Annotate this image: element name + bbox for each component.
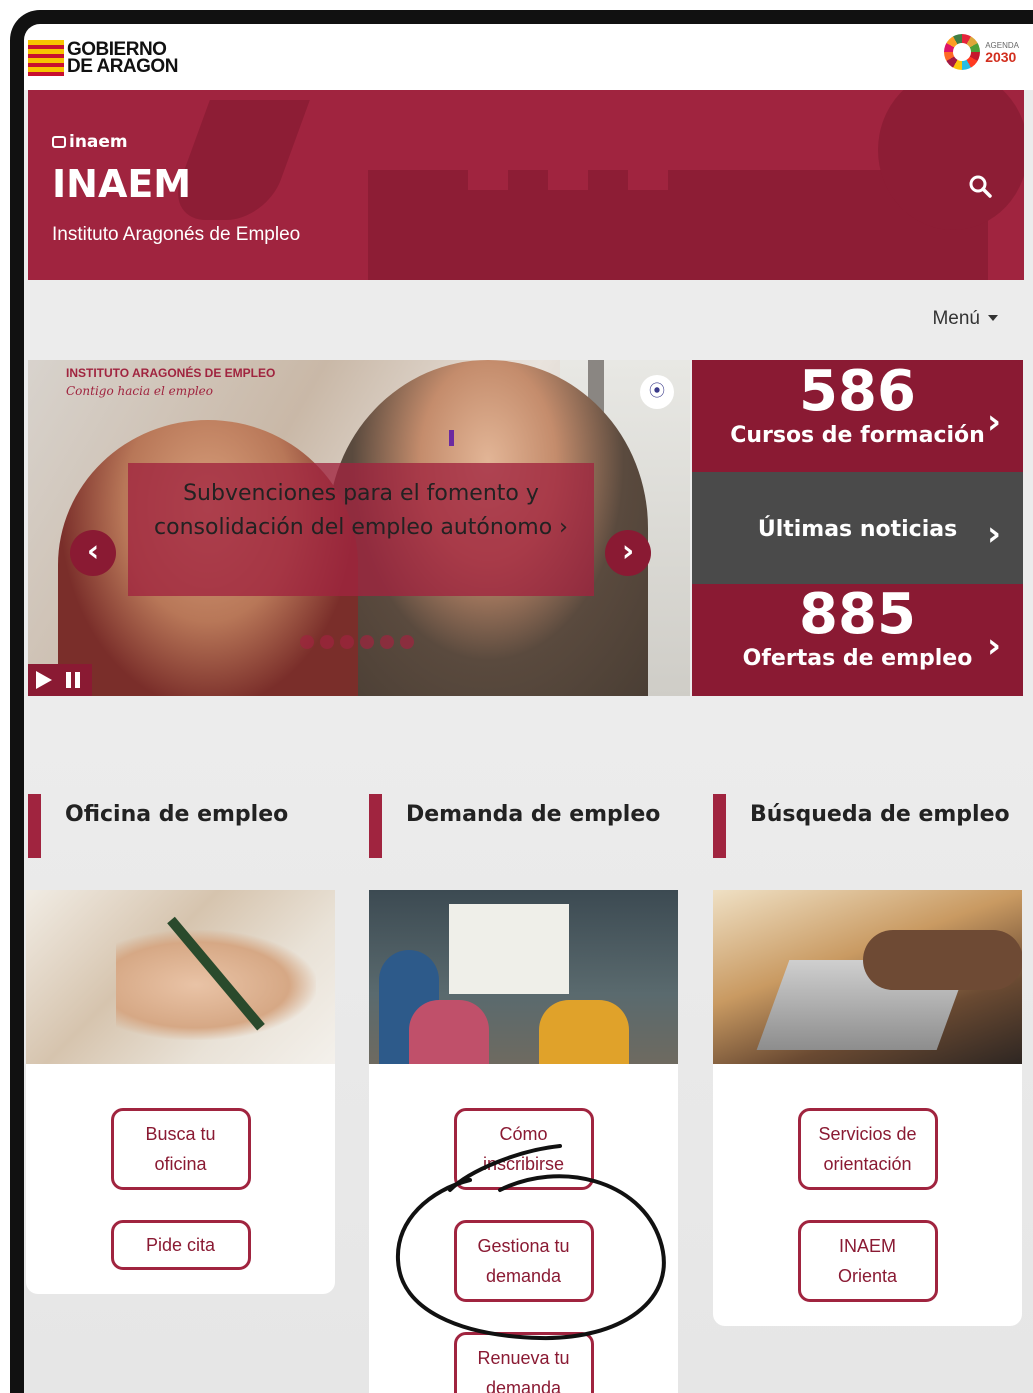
image-carousel[interactable]: INSTITUTO ARAGONÉS DE EMPLEO Contigo hac… bbox=[28, 360, 690, 696]
laptop-typing-photo bbox=[713, 890, 1022, 1064]
hero-banner: inaem INAEM Instituto Aragonés de Empleo bbox=[28, 90, 1024, 280]
agenda-2030-logo[interactable]: AGENDA 2030 bbox=[944, 34, 1019, 70]
chevron-right-icon: › bbox=[986, 626, 1001, 666]
app-frame: GOBIERNO DE ARAGON AGENDA 2030 inaem INA… bbox=[0, 0, 1033, 1393]
servicios-orientacion-button[interactable]: Servicios de orientación bbox=[797, 1108, 938, 1190]
inaem-small-logo[interactable]: inaem bbox=[52, 132, 128, 152]
carousel-dot[interactable] bbox=[320, 635, 334, 649]
busqueda-card: Servicios de orientación INAEM Orienta bbox=[713, 890, 1022, 1326]
menu-label: Menú bbox=[932, 308, 980, 329]
como-inscribirse-button[interactable]: Cómo inscribirse bbox=[453, 1108, 594, 1190]
inaem-orienta-button[interactable]: INAEM Orienta bbox=[797, 1220, 938, 1302]
carousel-dot[interactable] bbox=[340, 635, 354, 649]
aragon-flag-icon bbox=[28, 40, 64, 76]
chevron-right-icon: › bbox=[986, 514, 1001, 554]
writing-hand-photo bbox=[26, 890, 335, 1064]
play-icon[interactable] bbox=[36, 671, 52, 689]
carousel-dot[interactable] bbox=[400, 635, 414, 649]
top-bar: GOBIERNO DE ARAGON AGENDA 2030 bbox=[24, 24, 1033, 90]
services-section: Oficina de empleo Demanda de empleo Búsq… bbox=[24, 704, 1033, 1393]
carousel-dot[interactable] bbox=[380, 635, 394, 649]
ofertas-label: Ofertas de empleo bbox=[742, 646, 973, 671]
menu-button[interactable]: Menú bbox=[932, 308, 998, 330]
gobierno-aragon-text: GOBIERNO DE ARAGON bbox=[67, 39, 178, 77]
carousel-prev-button[interactable]: ‹ bbox=[70, 530, 116, 576]
carousel-dot[interactable] bbox=[360, 635, 374, 649]
demanda-card: Cómo inscribirse Gestiona tu demanda Ren… bbox=[369, 890, 678, 1393]
section-busqueda-heading: Búsqueda de empleo bbox=[713, 794, 1010, 858]
browser-viewport[interactable]: GOBIERNO DE ARAGON AGENDA 2030 inaem INA… bbox=[24, 24, 1033, 1393]
pide-cita-button[interactable]: Pide cita bbox=[110, 1220, 251, 1270]
carousel-next-button[interactable]: › bbox=[605, 530, 651, 576]
carousel-brand: INSTITUTO ARAGONÉS DE EMPLEO bbox=[66, 366, 276, 380]
oficina-card: Busca tu oficina Pide cita bbox=[26, 890, 335, 1294]
renueva-demanda-button[interactable]: Renueva tu demanda bbox=[453, 1332, 594, 1393]
site-title[interactable]: INAEM bbox=[52, 162, 191, 206]
section-title: Búsqueda de empleo bbox=[750, 802, 1010, 827]
focus-icon[interactable]: ⦿ bbox=[640, 375, 674, 409]
carousel-marker bbox=[449, 430, 454, 446]
busca-oficina-button[interactable]: Busca tu oficina bbox=[110, 1108, 251, 1190]
meeting-photo bbox=[369, 890, 678, 1064]
search-icon[interactable] bbox=[968, 174, 994, 200]
cursos-label: Cursos de formación bbox=[730, 423, 985, 448]
caret-down-icon bbox=[988, 315, 998, 321]
chevron-right-icon: › bbox=[986, 402, 1001, 442]
section-title: Oficina de empleo bbox=[65, 802, 289, 827]
carousel-tagline: Contigo hacia el empleo bbox=[66, 384, 214, 398]
section-title: Demanda de empleo bbox=[406, 802, 661, 827]
carousel-controls bbox=[28, 664, 92, 696]
site-subtitle: Instituto Aragonés de Empleo bbox=[52, 224, 301, 245]
ultimas-noticias-tile[interactable]: Últimas noticias › bbox=[692, 472, 1023, 584]
ofertas-empleo-tile[interactable]: 885 Ofertas de empleo › bbox=[692, 584, 1023, 696]
cursos-formacion-tile[interactable]: 586 Cursos de formación › bbox=[692, 360, 1023, 472]
pause-icon[interactable] bbox=[66, 672, 80, 688]
gobierno-aragon-logo[interactable]: GOBIERNO DE ARAGON bbox=[28, 38, 178, 78]
gestiona-demanda-button[interactable]: Gestiona tu demanda bbox=[453, 1220, 594, 1302]
agenda-2030-text: AGENDA 2030 bbox=[985, 40, 1019, 65]
cursos-count: 586 bbox=[799, 359, 916, 424]
carousel-dot[interactable] bbox=[300, 635, 314, 649]
section-demanda-heading: Demanda de empleo bbox=[369, 794, 661, 858]
noticias-label: Últimas noticias bbox=[757, 517, 958, 542]
section-oficina-heading: Oficina de empleo bbox=[28, 794, 289, 858]
sdg-wheel-icon bbox=[944, 34, 981, 70]
carousel-caption-link[interactable]: Subvenciones para el fomento y consolida… bbox=[128, 463, 594, 596]
ofertas-count: 885 bbox=[799, 582, 916, 647]
nav-bar: Menú bbox=[24, 280, 1033, 358]
carousel-indicators bbox=[300, 635, 414, 649]
